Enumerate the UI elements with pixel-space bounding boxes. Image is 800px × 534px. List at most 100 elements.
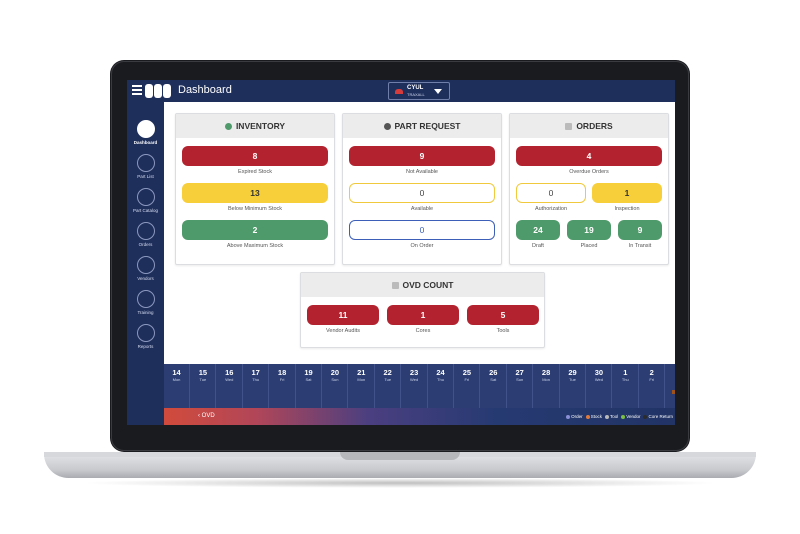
- ovd-back-link[interactable]: ‹ OVD: [198, 413, 215, 419]
- inventory-card: INVENTORY 8 Expired Stock 13 Below Minim…: [175, 113, 335, 265]
- calendar-day-weekday: Tue: [569, 377, 576, 382]
- orders-card: ORDERS 4 Overdue Orders 0 Authorization …: [509, 113, 669, 265]
- authorization-tile[interactable]: 0: [516, 183, 586, 203]
- vendor-audits-tile[interactable]: 11: [307, 305, 379, 325]
- calendar-day[interactable]: 1 Thu: [613, 364, 639, 408]
- calendar-legend: Order Stock Tool Vendor Core Return: [563, 414, 673, 419]
- in-transit-tile[interactable]: 9: [618, 220, 662, 240]
- calendar-day[interactable]: 18 Fri: [270, 364, 296, 408]
- calendar-day-number: 25: [462, 368, 472, 377]
- on-order-tile[interactable]: 0: [349, 220, 495, 240]
- legend-swatch: [604, 414, 609, 419]
- calendar-day-number: 1: [623, 368, 628, 377]
- site-subtitle: TRAXALL: [407, 92, 425, 97]
- calendar-day-weekday: Wed: [225, 377, 234, 382]
- inspection-tile[interactable]: 1: [592, 183, 662, 203]
- calendar-day[interactable]: 14 Mon: [164, 364, 190, 408]
- orders-header: ORDERS: [510, 114, 668, 138]
- calendar-day[interactable]: 26 Sat: [481, 364, 507, 408]
- placed-tile[interactable]: 19: [567, 220, 611, 240]
- legend-swatch: [566, 414, 571, 419]
- sidebar-item-training[interactable]: Training: [127, 290, 164, 324]
- calendar-day-number: 30: [594, 368, 604, 377]
- site-selector[interactable]: CYUL TRAXALL: [388, 82, 450, 100]
- tools-label: Tools: [496, 328, 510, 334]
- not-available-tile[interactable]: 9: [349, 146, 495, 166]
- calendar-day[interactable]: 15 Tue: [190, 364, 217, 408]
- document-icon: [565, 123, 573, 130]
- calendar-day[interactable]: 27 Sun: [507, 364, 534, 408]
- gear-icon: [383, 123, 391, 130]
- calendar-day-number: 18: [277, 368, 287, 377]
- placed-label: Placed: [580, 243, 598, 249]
- sidebar-item-dashboard[interactable]: Dashboard: [127, 120, 164, 154]
- sidebar-item-vendors[interactable]: Vendors: [127, 256, 164, 290]
- draft-tile[interactable]: 24: [516, 220, 560, 240]
- cores-tile[interactable]: 1: [387, 305, 459, 325]
- ovd-count-header: OVD COUNT: [301, 273, 544, 297]
- calendar-day-weekday: Tue: [199, 377, 207, 382]
- calendar-day-number: 17: [251, 368, 260, 377]
- tools-tile[interactable]: 5: [467, 305, 539, 325]
- legend-swatch: [621, 414, 626, 419]
- calendar-day[interactable]: 19 Sat: [296, 364, 322, 408]
- calendar-day-weekday: Mon: [172, 377, 181, 382]
- expired-stock-label: Expired Stock: [238, 169, 272, 175]
- sidebar-item-label: Training: [137, 310, 154, 315]
- calendar-day-weekday: Wed: [594, 377, 603, 382]
- in-transit-label: In Transit: [628, 243, 652, 249]
- calendar-day-number: 27: [515, 368, 524, 377]
- sidebar-item-label: Orders: [138, 242, 153, 247]
- part-request-header: PART REQUEST: [343, 114, 501, 138]
- sidebar-item-label: Vendors: [137, 276, 154, 281]
- calendar-day[interactable]: 20 Sun: [322, 364, 349, 408]
- laptop-shadow: [80, 478, 720, 488]
- sidebar-item-reports[interactable]: Reports: [127, 324, 164, 358]
- app-screen: Dashboard CYUL TRAXALL Dashboard Part Li…: [127, 80, 675, 425]
- expired-stock-tile[interactable]: 8: [182, 146, 328, 166]
- calendar-day-weekday: Tue: [384, 377, 392, 382]
- ovd-count-card: OVD COUNT 11 Vendor Audits 1 Cores 5 Too…: [300, 272, 545, 348]
- calendar-day-number: 14: [172, 368, 181, 377]
- authorization-label: Authorization: [534, 206, 568, 212]
- sidebar-item-label: Part Catalog: [132, 208, 158, 213]
- available-label: Available: [410, 206, 434, 212]
- calendar-event-marker[interactable]: [672, 390, 675, 394]
- calendar-day-weekday: Sat: [490, 377, 497, 382]
- laptop-frame: Dashboard CYUL TRAXALL Dashboard Part Li…: [0, 0, 800, 534]
- calendar-day-weekday: Mon: [542, 377, 550, 382]
- calendar-day[interactable]: 25 Fri: [454, 364, 481, 408]
- calendar-day[interactable]: 16 Wed: [217, 364, 243, 408]
- part-request-card: PART REQUEST 9 Not Available 0 Available…: [342, 113, 502, 265]
- on-order-label: On Order: [410, 243, 434, 249]
- app-logo: [145, 84, 171, 98]
- cart-icon: [136, 154, 155, 172]
- calendar-day[interactable]: 30 Wed: [586, 364, 613, 408]
- above-maximum-stock-label: Above Maximum Stock: [226, 243, 284, 249]
- site-code: CYUL: [407, 85, 424, 91]
- calendar-day[interactable]: 23 Wed: [402, 364, 428, 408]
- legend-label: Vendor: [626, 414, 641, 419]
- calendar-day[interactable]: 17 Thu: [243, 364, 270, 408]
- chevron-down-icon: [434, 89, 442, 94]
- calendar-day-number: 28: [541, 368, 551, 377]
- calendar-day[interactable]: 22 Tue: [375, 364, 402, 408]
- calendar-day[interactable]: 29 Tue: [560, 364, 586, 408]
- sidebar-item-part-list[interactable]: Part List: [127, 154, 164, 188]
- sidebar-item-orders[interactable]: Orders: [127, 222, 164, 256]
- calendar-day[interactable]: 28 Mon: [534, 364, 560, 408]
- calendar-day-number: 23: [409, 368, 419, 377]
- sidebar-item-label: Dashboard: [133, 140, 158, 145]
- below-minimum-stock-tile[interactable]: 13: [182, 183, 328, 203]
- above-maximum-stock-tile[interactable]: 2: [182, 220, 328, 240]
- sidebar-item-part-catalog[interactable]: Part Catalog: [127, 188, 164, 222]
- calendar-day[interactable]: 21 Mon: [349, 364, 375, 408]
- catalog-icon: [136, 188, 155, 206]
- overdue-orders-tile[interactable]: 4: [516, 146, 662, 166]
- calendar-day[interactable]: 2 Fri: [639, 364, 666, 408]
- menu-icon[interactable]: [132, 85, 142, 95]
- calendar-day-weekday: Thu: [621, 377, 629, 382]
- calendar-day[interactable]: 24 Thu: [428, 364, 454, 408]
- laptop-notch: [340, 452, 460, 460]
- available-tile[interactable]: 0: [349, 183, 495, 203]
